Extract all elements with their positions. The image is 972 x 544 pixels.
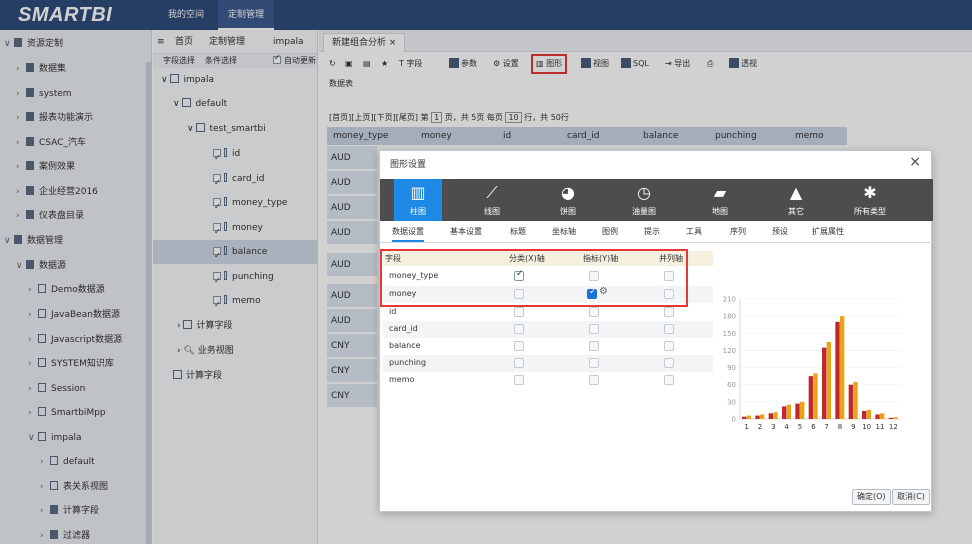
x-axis-checkbox[interactable]	[514, 307, 524, 317]
bar	[848, 384, 854, 419]
bar	[862, 411, 867, 419]
x-tick-label: 10	[862, 423, 871, 431]
chart-type-bar[interactable]: ▥ 柱图	[394, 179, 442, 221]
tab-tooltip[interactable]: 提示	[644, 221, 660, 242]
chart-type-map[interactable]: ▰ 地图	[696, 179, 744, 221]
field-row: punching	[383, 355, 713, 372]
x-tick-label: 6	[811, 423, 816, 431]
chart-type-gauge[interactable]: ◷ 油量图	[620, 179, 668, 221]
chart-type-pie[interactable]: ◕ 饼图	[544, 179, 592, 221]
field-row: memo	[383, 372, 713, 389]
x-axis-checkbox[interactable]	[514, 341, 524, 351]
bar	[826, 341, 832, 419]
bar-chart-icon: ▥	[410, 183, 426, 202]
pie-chart-icon: ◕	[561, 183, 575, 202]
bar	[773, 412, 778, 419]
x-tick-label: 11	[876, 423, 885, 431]
tab-title[interactable]: 标题	[510, 221, 526, 242]
y-tick-label: 210	[723, 296, 736, 304]
bar	[768, 413, 774, 419]
bar	[822, 347, 827, 419]
parallel-axis-checkbox[interactable]	[664, 375, 674, 385]
y-tick-label: 30	[727, 398, 736, 406]
tab-tools[interactable]: 工具	[686, 221, 702, 242]
all-types-icon: ✱	[863, 183, 877, 202]
field-row: card_id	[383, 321, 713, 338]
bar	[782, 406, 787, 419]
x-tick-label: 1	[744, 423, 748, 431]
tab-basic-settings[interactable]: 基本设置	[450, 221, 482, 242]
ok-button[interactable]: 确定(O)	[852, 489, 891, 505]
field-row: balance	[383, 338, 713, 355]
y-axis-checkbox[interactable]	[589, 324, 599, 334]
x-tick-label: 4	[784, 423, 789, 431]
x-tick-label: 5	[798, 423, 802, 431]
parallel-axis-checkbox[interactable]	[664, 307, 674, 317]
x-tick-label: 12	[889, 423, 898, 431]
cancel-button[interactable]: 取消(C)	[892, 489, 930, 505]
mountain-icon: ▲	[789, 183, 803, 202]
parallel-axis-checkbox[interactable]	[664, 324, 674, 334]
gauge-icon: ◷	[637, 183, 651, 202]
x-axis-checkbox[interactable]	[514, 375, 524, 385]
bar	[853, 381, 858, 419]
x-tick-label: 7	[824, 423, 828, 431]
y-tick-label: 60	[727, 381, 736, 389]
bar	[786, 404, 792, 419]
settings-tabs: 数据设置 基本设置 标题 坐标轴 图例 提示 工具 序列 预设 扩展属性	[380, 221, 933, 243]
y-axis-checkbox[interactable]	[589, 341, 599, 351]
y-tick-label: 120	[723, 347, 736, 355]
bar	[795, 403, 800, 419]
y-tick-label: 90	[727, 364, 736, 372]
bar	[875, 414, 880, 419]
bar	[800, 401, 805, 419]
bar	[888, 417, 894, 419]
tab-legend[interactable]: 图例	[602, 221, 618, 242]
y-tick-label: 0	[732, 416, 736, 424]
chart-type-line[interactable]: ⟋ 线图	[468, 179, 516, 221]
chart-type-all[interactable]: ✱ 所有类型	[846, 179, 894, 221]
tab-data-settings[interactable]: 数据设置	[392, 221, 424, 242]
bar	[893, 417, 898, 419]
map-icon: ▰	[713, 183, 727, 202]
x-tick-label: 8	[838, 423, 842, 431]
y-axis-checkbox[interactable]	[589, 358, 599, 368]
dialog-title: 图形设置	[390, 160, 427, 170]
line-chart-icon: ⟋	[486, 183, 498, 202]
y-tick-label: 150	[723, 330, 736, 338]
chart-type-other[interactable]: ▲ 其它	[772, 179, 820, 221]
tab-preset[interactable]: 预设	[772, 221, 788, 242]
bar	[866, 409, 872, 419]
chart-settings-dialog: 图形设置 × ▥ 柱图 ⟋ 线图 ◕ 饼图 ◷ 油量图 ▰ 地图 ▲ 其它 ✱ 所有类型 数据…	[379, 150, 933, 512]
parallel-axis-checkbox[interactable]	[664, 358, 674, 368]
parallel-axis-checkbox[interactable]	[664, 341, 674, 351]
x-tick-label: 9	[851, 423, 855, 431]
bar	[746, 415, 752, 419]
tab-extended[interactable]: 扩展属性	[812, 221, 844, 242]
y-axis-checkbox[interactable]	[589, 375, 599, 385]
chart-preview: 03060901201501802101 2 3 4 5 6 7 8 9 10 11 12	[723, 296, 900, 431]
bar	[880, 413, 885, 419]
highlight-box	[380, 249, 688, 307]
tab-axis[interactable]: 坐标轴	[552, 221, 576, 242]
bar	[742, 416, 747, 419]
tab-series[interactable]: 序列	[730, 221, 746, 242]
x-axis-checkbox[interactable]	[514, 324, 524, 334]
x-tick-label: 3	[771, 423, 775, 431]
close-icon[interactable]: ×	[909, 154, 921, 170]
chart-type-strip: ▥ 柱图 ⟋ 线图 ◕ 饼图 ◷ 油量图 ▰ 地图 ▲ 其它 ✱ 所有类型	[380, 179, 933, 221]
x-axis-checkbox[interactable]	[514, 358, 524, 368]
x-tick-label: 2	[758, 423, 762, 431]
bar	[840, 316, 845, 419]
bar	[808, 376, 814, 419]
bar	[755, 415, 760, 419]
y-axis-checkbox[interactable]	[589, 307, 599, 317]
bar	[760, 414, 765, 419]
bar	[835, 321, 840, 419]
y-tick-label: 180	[723, 313, 736, 321]
bar	[813, 373, 818, 419]
